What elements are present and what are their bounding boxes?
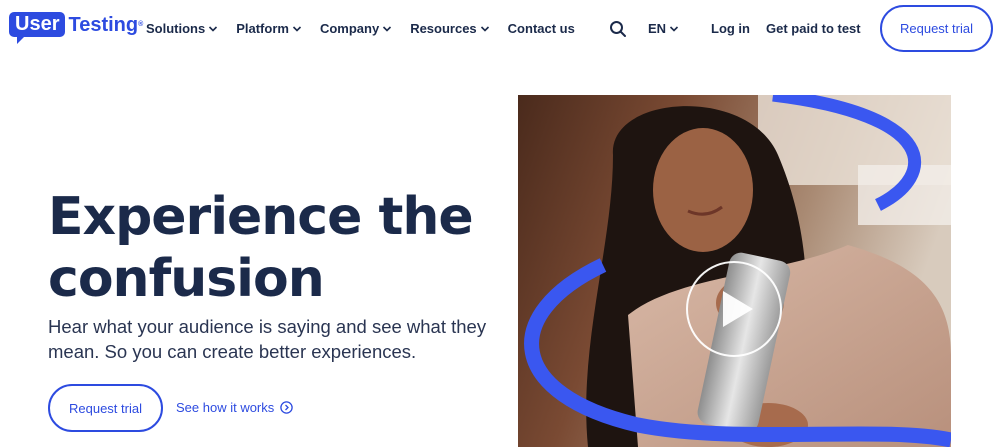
login-link[interactable]: Log in [711, 21, 750, 36]
chevron-down-icon [292, 25, 302, 32]
logo-box: User [9, 12, 66, 44]
header-request-trial-button[interactable]: Request trial [880, 5, 993, 52]
chevron-down-icon [480, 25, 489, 32]
nav-platform-label: Platform [236, 21, 289, 36]
hero-title-line1: Experience the [48, 187, 474, 247]
chevron-down-icon [383, 25, 392, 32]
nav-resources[interactable]: Resources [410, 21, 489, 36]
nav-platform[interactable]: Platform [236, 21, 302, 36]
site-header: User Testing® Solutions Platform Company… [0, 0, 1000, 60]
hero-video[interactable] [518, 95, 951, 447]
nav-contact-us[interactable]: Contact us [508, 21, 575, 36]
chevron-down-icon [669, 25, 679, 32]
play-button[interactable] [686, 261, 782, 357]
nav-contact-us-label: Contact us [507, 21, 575, 36]
nav-solutions[interactable]: Solutions [146, 21, 218, 36]
logo-trademark: ® [138, 20, 144, 28]
hero-request-trial-button[interactable]: Request trial [48, 384, 163, 432]
nav-solutions-label: Solutions [146, 21, 206, 36]
main-nav: Solutions Platform Company Resources Con… [146, 21, 593, 36]
search-icon[interactable] [609, 20, 627, 38]
logo-text: Testing® [68, 14, 143, 36]
usertesting-logo[interactable]: User Testing® [9, 12, 143, 44]
hero-subtitle: Hear what your audience is saying and se… [48, 316, 487, 362]
hero-title-line2: confusion [48, 249, 325, 309]
nav-company[interactable]: Company [320, 21, 392, 36]
see-how-it-works-link[interactable]: See how it works [176, 400, 294, 415]
nav-resources-label: Resources [410, 21, 477, 36]
hero-title: Experience the confusion [48, 186, 498, 310]
get-paid-link[interactable]: Get paid to test [766, 21, 861, 36]
chevron-down-icon [209, 25, 218, 32]
see-how-label: See how it works [176, 400, 275, 415]
language-label: EN [648, 21, 667, 36]
chevron-right-circle-icon [280, 401, 294, 414]
play-icon [723, 291, 753, 327]
logo-wordmark: Testing [68, 13, 139, 36]
language-selector[interactable]: EN [648, 21, 679, 36]
nav-company-label: Company [319, 21, 380, 36]
